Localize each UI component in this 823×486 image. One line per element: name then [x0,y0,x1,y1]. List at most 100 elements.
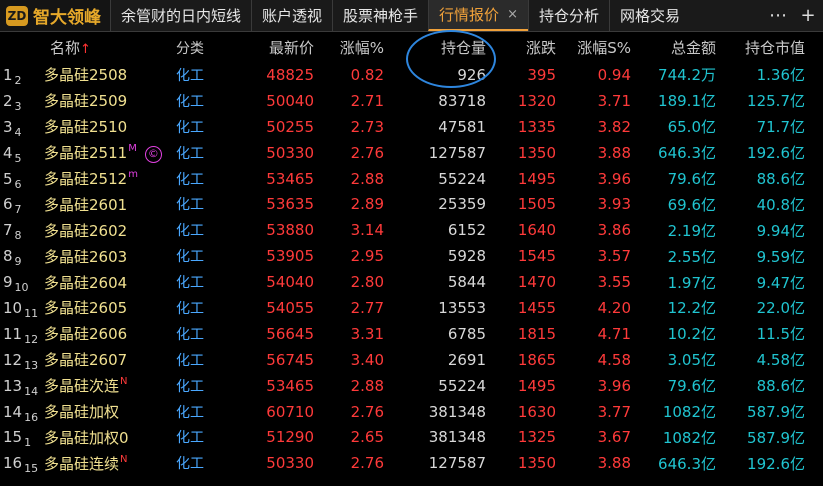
row-index: 16 15 [3,454,39,476]
contract-name[interactable]: 多晶硅2604 [44,272,164,293]
table-row[interactable]: 10 11 多晶硅2605 化工 54055 2.77 13553 1455 4.20 12.2亿… [0,295,823,321]
pct-cell: 2.76 [350,143,384,162]
price-cell: 53880 [266,221,314,240]
table-row[interactable]: 1 2 多晶硅2508 化工 48825 0.82 926 395 0.94 744.2万 1.36… [0,62,823,88]
category-cell: 化工 [176,326,204,343]
col-change[interactable]: 涨跌 [486,37,556,58]
oi-value-cell: 587.9亿 [747,403,805,422]
change-cell: 1505 [517,195,556,214]
contract-name[interactable]: 多晶硅2605 [44,297,164,318]
open-interest-cell: 127587 [428,143,486,162]
close-icon[interactable]: × [507,7,518,22]
row-subindex: 16 [24,410,39,424]
col-amount[interactable]: 总金额 [631,37,716,58]
contract-name[interactable]: 多晶硅2509 [44,90,164,111]
oi-value-cell: 192.6亿 [747,454,805,473]
contract-name[interactable]: 多晶硅连续N [44,453,164,474]
contract-name[interactable]: 多晶硅2512m [44,168,164,189]
pct-cell: 2.65 [350,428,384,447]
row-index: 34 [3,117,22,139]
table-row[interactable]: 16 15 多晶硅连续N 化工 50330 2.76 127587 1350 3.88 646.3… [0,450,823,476]
tab-grid-trading[interactable]: 网格交易 [608,0,690,31]
table-row[interactable]: 13 14 多晶硅次连N 化工 53465 2.88 55224 1495 3.96 79.6亿 8… [0,373,823,399]
table-row[interactable]: 9 10 多晶硅2604 化工 54040 2.80 5844 1470 3.55 1.97亿 9.… [0,269,823,295]
category-cell: 化工 [176,456,204,473]
amount-cell: 2.55亿 [667,247,716,266]
category-cell: 化工 [176,404,204,421]
category-cell: 化工 [176,171,204,188]
contract-name[interactable]: 多晶硅次连N [44,375,164,396]
tab-account[interactable]: 账户透视 [251,0,332,31]
oi-value-cell: 9.59亿 [756,247,805,266]
price-cell: 53465 [266,376,314,395]
contract-name[interactable]: 多晶硅2601 [44,194,164,215]
contract-name[interactable]: 多晶硅2508 [44,64,164,85]
contract-name[interactable]: 多晶硅2510 [44,116,164,137]
open-interest-cell: 381348 [428,402,486,421]
more-icon[interactable]: ⋯ [763,5,793,26]
col-oi-value[interactable]: 持仓市值 [716,37,811,58]
pct-s-cell: 3.88 [597,454,631,473]
pct-s-cell: 3.77 [597,402,631,421]
table-row[interactable]: 12 13 多晶硅2607 化工 56745 3.40 2691 1865 4.58 3.05亿 4… [0,347,823,373]
price-cell: 54055 [266,298,314,317]
table-row[interactable]: 4 5 多晶硅2511M © 化工 50330 2.76 127587 1350 3.88 646.… [0,140,823,166]
oi-value-cell: 125.7亿 [747,92,805,111]
contract-name[interactable]: 多晶硅2603 [44,246,164,267]
contract-tag: N [120,453,128,465]
price-cell: 56745 [266,350,314,369]
pct-s-cell: 4.20 [597,298,631,317]
tab-stock-sniper[interactable]: 股票神枪手 [332,0,428,31]
col-price[interactable]: 最新价 [224,37,314,58]
open-interest-cell: 5928 [447,247,486,266]
tab-intraday[interactable]: 余管财的日内短线 [110,0,251,31]
category-cell: 化工 [176,67,204,84]
table-row[interactable]: 14 16 多晶硅加权 化工 60710 2.76 381348 1630 3.77 1082亿 5… [0,399,823,425]
table-row[interactable]: 6 7 多晶硅2601 化工 53635 2.89 25359 1505 3.93 69.6亿 40… [0,191,823,217]
amount-cell: 189.1亿 [658,92,716,111]
pct-s-cell: 3.88 [597,143,631,162]
pct-s-cell: 3.96 [597,376,631,395]
table-row[interactable]: 2 3 多晶硅2509 化工 50040 2.71 83718 1320 3.71 189.1亿 1… [0,88,823,114]
table-row[interactable]: 8 9 多晶硅2603 化工 53905 2.95 5928 1545 3.57 2.55亿 9.5… [0,243,823,269]
col-open-interest[interactable]: 持仓量 [384,37,486,58]
change-cell: 1350 [517,143,556,162]
table-row[interactable]: 5 6 多晶硅2512m 化工 53465 2.88 55224 1495 3.96 79.6亿 8… [0,166,823,192]
amount-cell: 2.19亿 [667,221,716,240]
table-row[interactable]: 15 1 多晶硅加权0 化工 51290 2.65 381348 1325 3.67 1082亿 5… [0,424,823,450]
category-cell: 化工 [176,300,204,317]
oi-value-cell: 9.47亿 [756,273,805,292]
row-index: 9 10 [3,273,29,295]
row-index: 10 11 [3,298,39,320]
tab-positions[interactable]: 持仓分析 [527,0,609,31]
sort-up-icon: ↑ [80,42,91,57]
table-row[interactable]: 7 8 多晶硅2602 化工 53880 3.14 6152 1640 3.86 2.19亿 9.9… [0,217,823,243]
row-subindex: 15 [24,462,39,476]
open-interest-cell: 926 [457,65,486,84]
category-cell: 化工 [176,223,204,240]
tab-quotes[interactable]: 行情报价 × [428,0,528,31]
amount-cell: 79.6亿 [667,170,716,188]
price-cell: 50330 [266,143,314,162]
row-index: 23 [3,91,22,113]
col-category[interactable]: 分类 [164,38,224,58]
contract-name[interactable]: 多晶硅2606 [44,323,164,344]
add-tab-icon[interactable]: + [793,5,823,26]
price-cell: 53465 [266,169,314,188]
app-title: 智大领峰 [33,8,101,28]
contract-name[interactable]: 多晶硅2602 [44,220,164,241]
table-row[interactable]: 3 4 多晶硅2510 化工 50255 2.73 47581 1335 3.82 65.0亿 71… [0,114,823,140]
contract-name[interactable]: 多晶硅2511M © [44,142,164,164]
row-index: 12 13 [3,350,39,372]
col-pct-s[interactable]: 涨幅S% [556,37,631,58]
category-cell: 化工 [176,145,204,162]
table-row[interactable]: 11 12 多晶硅2606 化工 56645 3.31 6785 1815 4.71 10.2亿 1… [0,321,823,347]
contract-name[interactable]: 多晶硅加权0 [44,427,164,448]
col-name[interactable]: 名称↑ [44,37,164,58]
col-pct[interactable]: 涨幅% [314,37,384,58]
row-subindex: 11 [24,306,39,320]
contract-name[interactable]: 多晶硅加权 [44,401,164,422]
open-interest-cell: 25359 [438,195,486,214]
contract-name[interactable]: 多晶硅2607 [44,349,164,370]
row-subindex: 14 [24,384,39,398]
